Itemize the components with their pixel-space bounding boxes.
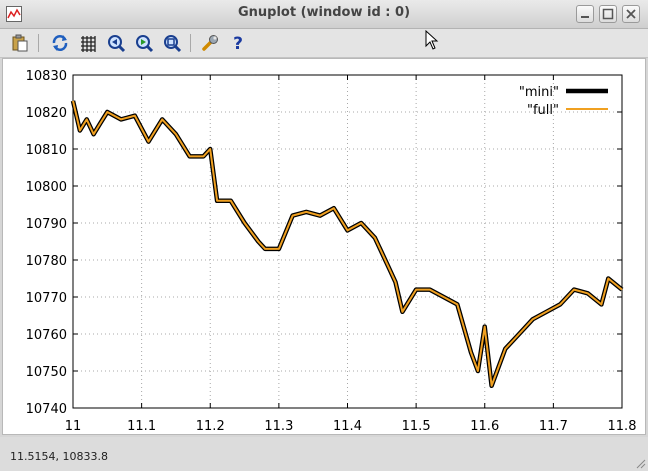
y-tick-label: 10780 (26, 254, 67, 269)
y-tick-label: 10750 (26, 365, 67, 380)
grid-icon[interactable] (78, 33, 98, 53)
line-chart: 11 11.1 11.2 11.3 11.4 11.5 11.6 11.7 11.8 10740 1… (26, 69, 637, 434)
maximize-button[interactable] (599, 5, 617, 23)
mouse-cursor-icon (425, 30, 439, 50)
replot-icon[interactable] (50, 33, 70, 53)
toolbar-separator (38, 34, 39, 52)
mouse-coordinates-readout: 11.5154, 10833.8 (10, 450, 108, 463)
y-tick-label: 10740 (26, 402, 67, 417)
plot-border (72, 74, 623, 409)
title-bar[interactable]: Gnuplot (window id : 0) (0, 0, 648, 29)
zoom-previous-icon[interactable] (106, 33, 126, 53)
y-tick-label: 10810 (26, 143, 67, 158)
y-tick-label: 10800 (26, 180, 67, 195)
resize-grip-icon[interactable] (634, 457, 646, 469)
y-tick-label: 10830 (26, 69, 67, 84)
x-tick-label: 11.4 (333, 419, 362, 434)
x-tick-label: 11.2 (196, 419, 225, 434)
close-icon (626, 9, 636, 19)
zoom-next-icon[interactable] (134, 33, 154, 53)
plot-area[interactable]: 11 11.1 11.2 11.3 11.4 11.5 11.6 11.7 11.8 10740 1… (2, 58, 646, 435)
svg-text:?: ? (233, 34, 243, 53)
x-tick-label: 11.6 (470, 419, 499, 434)
y-tick-label: 10820 (26, 106, 67, 121)
x-tick-label: 11.5 (402, 419, 431, 434)
legend-label: "mini" (519, 85, 559, 100)
y-tick-label: 10760 (26, 328, 67, 343)
minimize-button[interactable] (576, 5, 594, 23)
y-tick-label: 10790 (26, 217, 67, 232)
help-icon[interactable]: ? (228, 33, 248, 53)
toolbar-separator (190, 34, 191, 52)
x-tick-label: 11.1 (127, 419, 156, 434)
x-tick-label: 11.7 (539, 419, 568, 434)
status-bar: 11.5154, 10833.8 (0, 437, 648, 471)
legend-label: "full" (527, 103, 559, 118)
x-tick-label: 11.3 (264, 419, 293, 434)
copy-clipboard-icon[interactable] (10, 33, 30, 53)
settings-icon[interactable] (200, 33, 220, 53)
x-tick-label: 11.8 (608, 419, 637, 434)
close-button[interactable] (622, 5, 640, 23)
toolbar: ? (0, 29, 648, 58)
minimize-icon (581, 16, 589, 18)
unzoom-icon[interactable] (162, 33, 182, 53)
maximize-icon (602, 8, 614, 20)
x-tick-label: 11 (65, 419, 82, 434)
window-title: Gnuplot (window id : 0) (237, 5, 411, 20)
y-tick-label: 10770 (26, 291, 67, 306)
